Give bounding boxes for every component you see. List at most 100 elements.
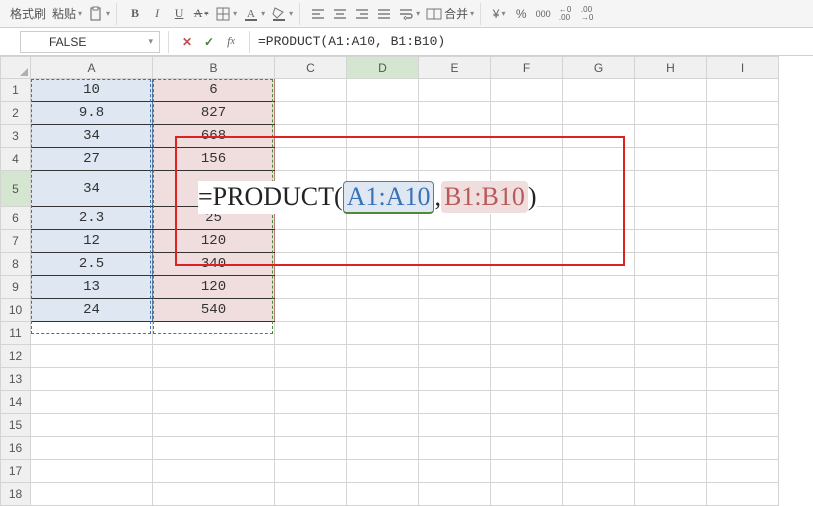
select-all-corner[interactable] [1, 57, 31, 79]
cell[interactable] [635, 483, 707, 506]
cell[interactable] [635, 345, 707, 368]
cell[interactable] [563, 483, 635, 506]
cell[interactable] [31, 391, 153, 414]
cell[interactable] [275, 345, 347, 368]
cell[interactable] [153, 391, 275, 414]
cell[interactable] [153, 345, 275, 368]
cell[interactable] [153, 368, 275, 391]
cell[interactable] [275, 414, 347, 437]
cell[interactable] [347, 102, 419, 125]
font-color-button[interactable]: A [241, 3, 267, 25]
cell[interactable] [563, 345, 635, 368]
currency-button[interactable]: ¥ [489, 3, 509, 25]
cell[interactable] [31, 322, 153, 345]
cell[interactable] [347, 483, 419, 506]
spreadsheet-grid[interactable]: A B C D E F G H I 110629.882733466842715… [0, 56, 779, 506]
cell[interactable] [419, 102, 491, 125]
cell[interactable] [491, 368, 563, 391]
cell[interactable] [635, 125, 707, 148]
cell[interactable]: 2.5 [31, 253, 153, 276]
col-header-B[interactable]: B [153, 57, 275, 79]
col-header-C[interactable]: C [275, 57, 347, 79]
cell[interactable] [347, 322, 419, 345]
cell[interactable] [419, 230, 491, 253]
cell[interactable] [563, 102, 635, 125]
cell[interactable] [563, 125, 635, 148]
row-header[interactable]: 2 [1, 102, 31, 125]
cell[interactable] [347, 368, 419, 391]
cell[interactable] [707, 148, 779, 171]
cell[interactable] [491, 345, 563, 368]
cell[interactable] [275, 368, 347, 391]
cell[interactable] [419, 322, 491, 345]
cell[interactable] [563, 171, 635, 207]
cell[interactable] [419, 460, 491, 483]
cell[interactable]: 34 [31, 171, 153, 207]
underline-button[interactable]: U [169, 3, 189, 25]
cell[interactable]: 13 [31, 276, 153, 299]
cell[interactable] [419, 345, 491, 368]
cell[interactable] [563, 230, 635, 253]
cell[interactable] [635, 391, 707, 414]
col-header-I[interactable]: I [707, 57, 779, 79]
cell[interactable] [31, 437, 153, 460]
cell[interactable] [419, 125, 491, 148]
row-header[interactable]: 15 [1, 414, 31, 437]
cell[interactable] [707, 299, 779, 322]
col-header-D[interactable]: D [347, 57, 419, 79]
cell[interactable] [707, 391, 779, 414]
cell[interactable] [275, 460, 347, 483]
cell[interactable] [347, 414, 419, 437]
cell[interactable]: 12 [31, 230, 153, 253]
cell[interactable]: 2.3 [31, 207, 153, 230]
strikethrough-button[interactable]: A [191, 3, 211, 25]
cell[interactable] [275, 437, 347, 460]
cell[interactable] [153, 483, 275, 506]
cell[interactable] [707, 230, 779, 253]
cell[interactable] [275, 102, 347, 125]
cell[interactable] [347, 230, 419, 253]
cell[interactable] [563, 437, 635, 460]
cell[interactable] [275, 125, 347, 148]
cell[interactable] [491, 483, 563, 506]
cell[interactable] [635, 299, 707, 322]
cell[interactable] [275, 276, 347, 299]
cell[interactable] [275, 483, 347, 506]
cell[interactable] [563, 322, 635, 345]
decrease-decimal-button[interactable]: ←0 .00 [555, 3, 575, 25]
cell[interactable] [635, 276, 707, 299]
cell[interactable]: 24 [31, 299, 153, 322]
cell[interactable] [347, 276, 419, 299]
cell[interactable] [347, 125, 419, 148]
cell[interactable] [707, 460, 779, 483]
cell[interactable] [491, 79, 563, 102]
cell[interactable] [491, 148, 563, 171]
cell[interactable]: 120 [153, 276, 275, 299]
cell[interactable] [491, 125, 563, 148]
cell[interactable] [419, 148, 491, 171]
row-header[interactable]: 12 [1, 345, 31, 368]
row-header[interactable]: 8 [1, 253, 31, 276]
cell[interactable] [707, 368, 779, 391]
row-header[interactable]: 9 [1, 276, 31, 299]
row-header[interactable]: 5 [1, 171, 31, 207]
cell[interactable]: 27 [31, 148, 153, 171]
editing-formula-overlay[interactable]: = PRODUCT ( A1:A10 , B1:B10 ) [198, 181, 537, 214]
row-header[interactable]: 13 [1, 368, 31, 391]
cell[interactable] [275, 299, 347, 322]
cell[interactable] [707, 276, 779, 299]
cell[interactable] [347, 460, 419, 483]
cell[interactable] [153, 414, 275, 437]
cell[interactable] [153, 437, 275, 460]
cell[interactable] [707, 125, 779, 148]
cell[interactable] [491, 230, 563, 253]
cell[interactable] [347, 345, 419, 368]
cell[interactable] [419, 483, 491, 506]
thousands-button[interactable]: 000 [533, 3, 553, 25]
cell[interactable] [491, 437, 563, 460]
cell[interactable] [635, 368, 707, 391]
border-button[interactable] [213, 3, 239, 25]
cell[interactable] [635, 171, 707, 207]
fill-color-button[interactable] [269, 3, 295, 25]
row-header[interactable]: 10 [1, 299, 31, 322]
